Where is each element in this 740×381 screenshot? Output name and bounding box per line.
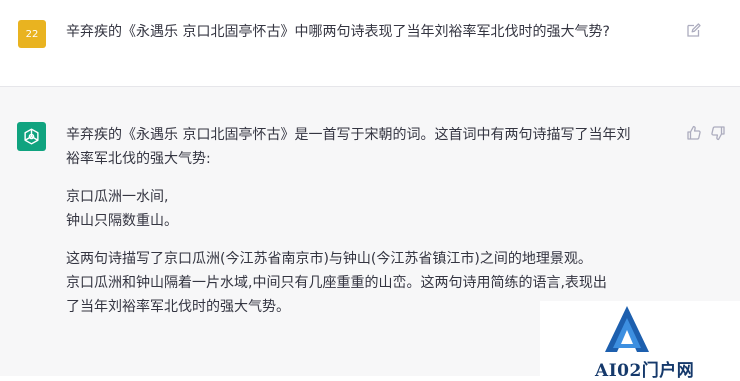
answer-line: 裕率军北伐的强大气势:	[66, 151, 211, 167]
answer-line: 这两句诗描写了京口瓜洲(今江苏省南京市)与钟山(今江苏省镇江市)之间的地理景观。	[66, 251, 592, 267]
watermark: AI02门户网	[540, 301, 740, 381]
answer-line: 辛弃疾的《永遇乐 京口北固亭怀古》是一首写于宋朝的词。这首词中有两句诗描写了当年…	[66, 127, 631, 143]
answer-poem-lines: 京口瓜洲一水间, 钟山只隔数重山。	[66, 185, 678, 233]
user-message-row: 22 辛弃疾的《永遇乐 京口北固亭怀古》中哪两句诗表现了当年刘裕率军北伐时的强大…	[0, 0, 740, 87]
edit-icon[interactable]	[686, 22, 702, 38]
assistant-avatar	[17, 122, 46, 151]
answer-line: 了当年刘裕率军北伐时的强大气势。	[66, 299, 290, 315]
thumbs-down-icon[interactable]	[710, 125, 726, 141]
answer-line: 京口瓜洲和钟山隔着一片水域,中间只有几座重重的山峦。这两句诗用简练的语言,表现出	[66, 275, 607, 291]
watermark-logo-icon	[605, 306, 649, 352]
user-question-text: 辛弃疾的《永遇乐 京口北固亭怀古》中哪两句诗表现了当年刘裕率军北伐时的强大气势?	[66, 24, 610, 40]
user-avatar: 22	[18, 20, 46, 48]
poem-line-2: 钟山只隔数重山。	[66, 213, 178, 229]
thumbs-up-icon[interactable]	[686, 125, 702, 141]
answer-paragraph-1: 辛弃疾的《永遇乐 京口北固亭怀古》是一首写于宋朝的词。这首词中有两句诗描写了当年…	[66, 123, 678, 171]
poem-line-1: 京口瓜洲一水间,	[66, 189, 169, 205]
watermark-text: AI02门户网	[595, 361, 695, 381]
openai-logo-icon	[24, 128, 39, 145]
